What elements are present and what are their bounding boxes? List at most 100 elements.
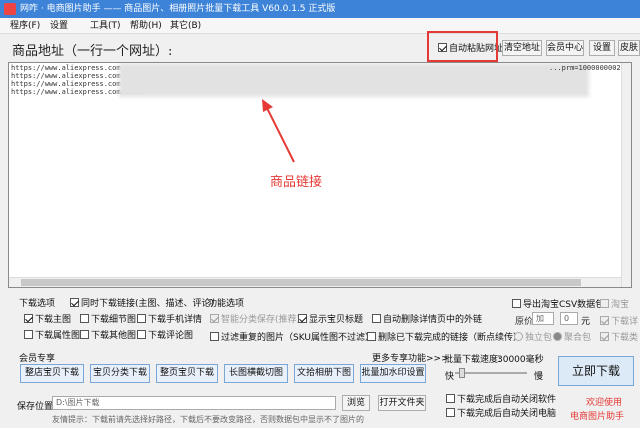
option-label: 下载类 [611, 333, 639, 343]
filter-duplicates-option[interactable]: 过滤重复的图片（SKU属性图不过滤） [210, 330, 374, 343]
option-label: 导出淘宝CSV数据包 [523, 300, 605, 310]
download-detail-image-option[interactable]: 下载细节图 [80, 312, 136, 325]
price-label: 原价 [515, 317, 534, 327]
price-unit: 元 [581, 317, 591, 327]
function-options-title: 功能选项 [208, 299, 245, 309]
checkbox[interactable] [24, 314, 33, 323]
auto-close-software-option[interactable]: 下载完成后自动关闭软件 [446, 392, 556, 405]
page-download-button[interactable]: 整页宝贝下载 [156, 364, 218, 383]
members-title: 会员专享 [19, 354, 56, 364]
checkbox[interactable] [600, 299, 609, 308]
clear-address-button[interactable]: 清空地址 [502, 40, 542, 56]
option-label: 下载手机详情 [148, 315, 203, 325]
download-now-button[interactable]: 立即下载 [558, 356, 634, 386]
csv-right-option-1[interactable]: 淘宝 [600, 297, 629, 310]
checkbox[interactable] [70, 298, 79, 307]
delete-done-links-option[interactable]: 删除已下载完成的链接（断点续传） [367, 330, 522, 343]
option-label: 下载完成后自动关闭电脑 [457, 409, 557, 419]
speed-slider[interactable] [455, 368, 527, 378]
shop-download-button[interactable]: 整店宝贝下载 [20, 364, 84, 383]
checkbox[interactable] [600, 316, 609, 325]
url-suffix: ...prm=10000000028 [549, 64, 625, 72]
more-features-link[interactable]: 更多专享功能>>> [372, 351, 449, 364]
auto-shutdown-option[interactable]: 下载完成后自动关闭电脑 [446, 406, 556, 419]
skin-button[interactable]: 皮肤 [618, 40, 640, 56]
menu-settings[interactable]: 设置 [50, 18, 68, 34]
checkbox[interactable] [210, 332, 219, 341]
browse-button[interactable]: 浏览 [342, 395, 370, 411]
menu-program[interactable]: 程序(F) [10, 18, 40, 34]
option-label: 智能分类保存(推荐) [221, 315, 301, 325]
slow-label: 慢 [534, 372, 544, 382]
long-image-cut-button[interactable]: 长图横截切图 [224, 364, 288, 383]
scroll-thumb[interactable] [21, 279, 581, 286]
download-review-image-option[interactable]: 下载评论图 [137, 328, 193, 341]
checkbox[interactable] [600, 332, 609, 341]
option-label: 下载完成后自动关闭软件 [457, 395, 557, 405]
app-window: 网咋 · 电商图片助手 —— 商品图片、相册照片批量下载工具 V60.0.1.5… [0, 0, 640, 428]
show-title-option[interactable]: 显示宝贝标题 [298, 312, 363, 325]
open-folder-button[interactable]: 打开文件夹 [378, 395, 426, 411]
sync-download-option[interactable]: 同时下载链接(主图、描述、评论) [70, 296, 214, 309]
option-label: 显示宝贝标题 [309, 315, 364, 325]
checkbox[interactable] [24, 330, 33, 339]
download-mobile-detail-option[interactable]: 下载手机详情 [137, 312, 202, 325]
download-main-image-option[interactable]: 下载主图 [24, 312, 71, 325]
independent-package-radio[interactable]: 独立包 [514, 330, 552, 343]
option-label: 下载其他图 [91, 331, 137, 341]
checkbox[interactable] [80, 314, 89, 323]
sync-download-label: 同时下载链接(主图、描述、评论) [81, 299, 215, 309]
menu-other[interactable]: 其它(B) [170, 18, 201, 34]
save-location-label: 保存位置: [17, 402, 57, 412]
category-download-button[interactable]: 宝贝分类下载 [90, 364, 150, 383]
download-options-title: 下载选项 [19, 299, 56, 309]
member-center-button[interactable]: 会员中心 [546, 40, 584, 56]
price-value-input[interactable]: 0 [560, 312, 578, 325]
option-label: 独立包 [525, 333, 553, 343]
csv-right-option-2[interactable]: 下载详 [600, 314, 638, 327]
menu-bar: 程序(F) 设置 工具(T) 帮助(H) 其它(B) [0, 18, 640, 34]
settings-button[interactable]: 设置 [589, 40, 615, 56]
option-label: 过滤重复的图片（SKU属性图不过滤） [221, 333, 374, 343]
welcome-text: 欢迎使用 [586, 398, 623, 408]
option-label: 自动删除详情页中的外链 [383, 315, 483, 325]
url-line: https://www.aliexpress.com [11, 72, 121, 80]
brand-text: 电商图片助手 [570, 412, 625, 422]
menu-help[interactable]: 帮助(H) [130, 18, 162, 34]
highlight-box [427, 31, 498, 62]
annotation-label: 商品链接 [270, 175, 323, 190]
export-csv-option[interactable]: 导出淘宝CSV数据包 [512, 297, 604, 310]
save-path-input[interactable]: D:\图片下载 [52, 396, 336, 410]
option-label: 删除已下载完成的链接（断点续传） [378, 333, 523, 343]
album-download-button[interactable]: 文拾相册下图 [294, 364, 354, 383]
checkbox[interactable] [446, 394, 455, 403]
remove-external-links-option[interactable]: 自动删除详情页中的外链 [372, 312, 482, 325]
option-label: 聚合包 [564, 333, 592, 343]
download-attribute-image-option[interactable]: 下载属性图 [24, 328, 80, 341]
checkbox[interactable] [298, 314, 307, 323]
slider-knob[interactable] [459, 368, 466, 378]
csv-right-option-3[interactable]: 下载类 [600, 330, 638, 343]
checkbox[interactable] [80, 330, 89, 339]
option-label: 下载细节图 [91, 315, 137, 325]
url-line: https://www.aliexpress.com [11, 80, 121, 88]
checkbox[interactable] [372, 314, 381, 323]
checkbox[interactable] [512, 299, 521, 308]
checkbox[interactable] [367, 332, 376, 341]
option-label: 淘宝 [611, 300, 630, 310]
checkbox[interactable] [137, 314, 146, 323]
checkbox[interactable] [446, 408, 455, 417]
combined-package-radio[interactable]: 聚合包 [553, 330, 591, 343]
vertical-scrollbar[interactable] [621, 63, 631, 287]
checkbox[interactable] [137, 330, 146, 339]
price-op-select[interactable]: 加 [532, 312, 554, 325]
checkbox [210, 314, 219, 323]
watermark-settings-button[interactable]: 批量加水印设置 [360, 364, 426, 383]
horizontal-scrollbar[interactable] [9, 277, 621, 287]
download-other-image-option[interactable]: 下载其他图 [80, 328, 136, 341]
radio[interactable] [514, 332, 523, 341]
menu-tools[interactable]: 工具(T) [90, 18, 121, 34]
radio[interactable] [553, 332, 562, 341]
option-label: 下载详 [611, 317, 639, 327]
option-label: 下载主图 [35, 315, 72, 325]
